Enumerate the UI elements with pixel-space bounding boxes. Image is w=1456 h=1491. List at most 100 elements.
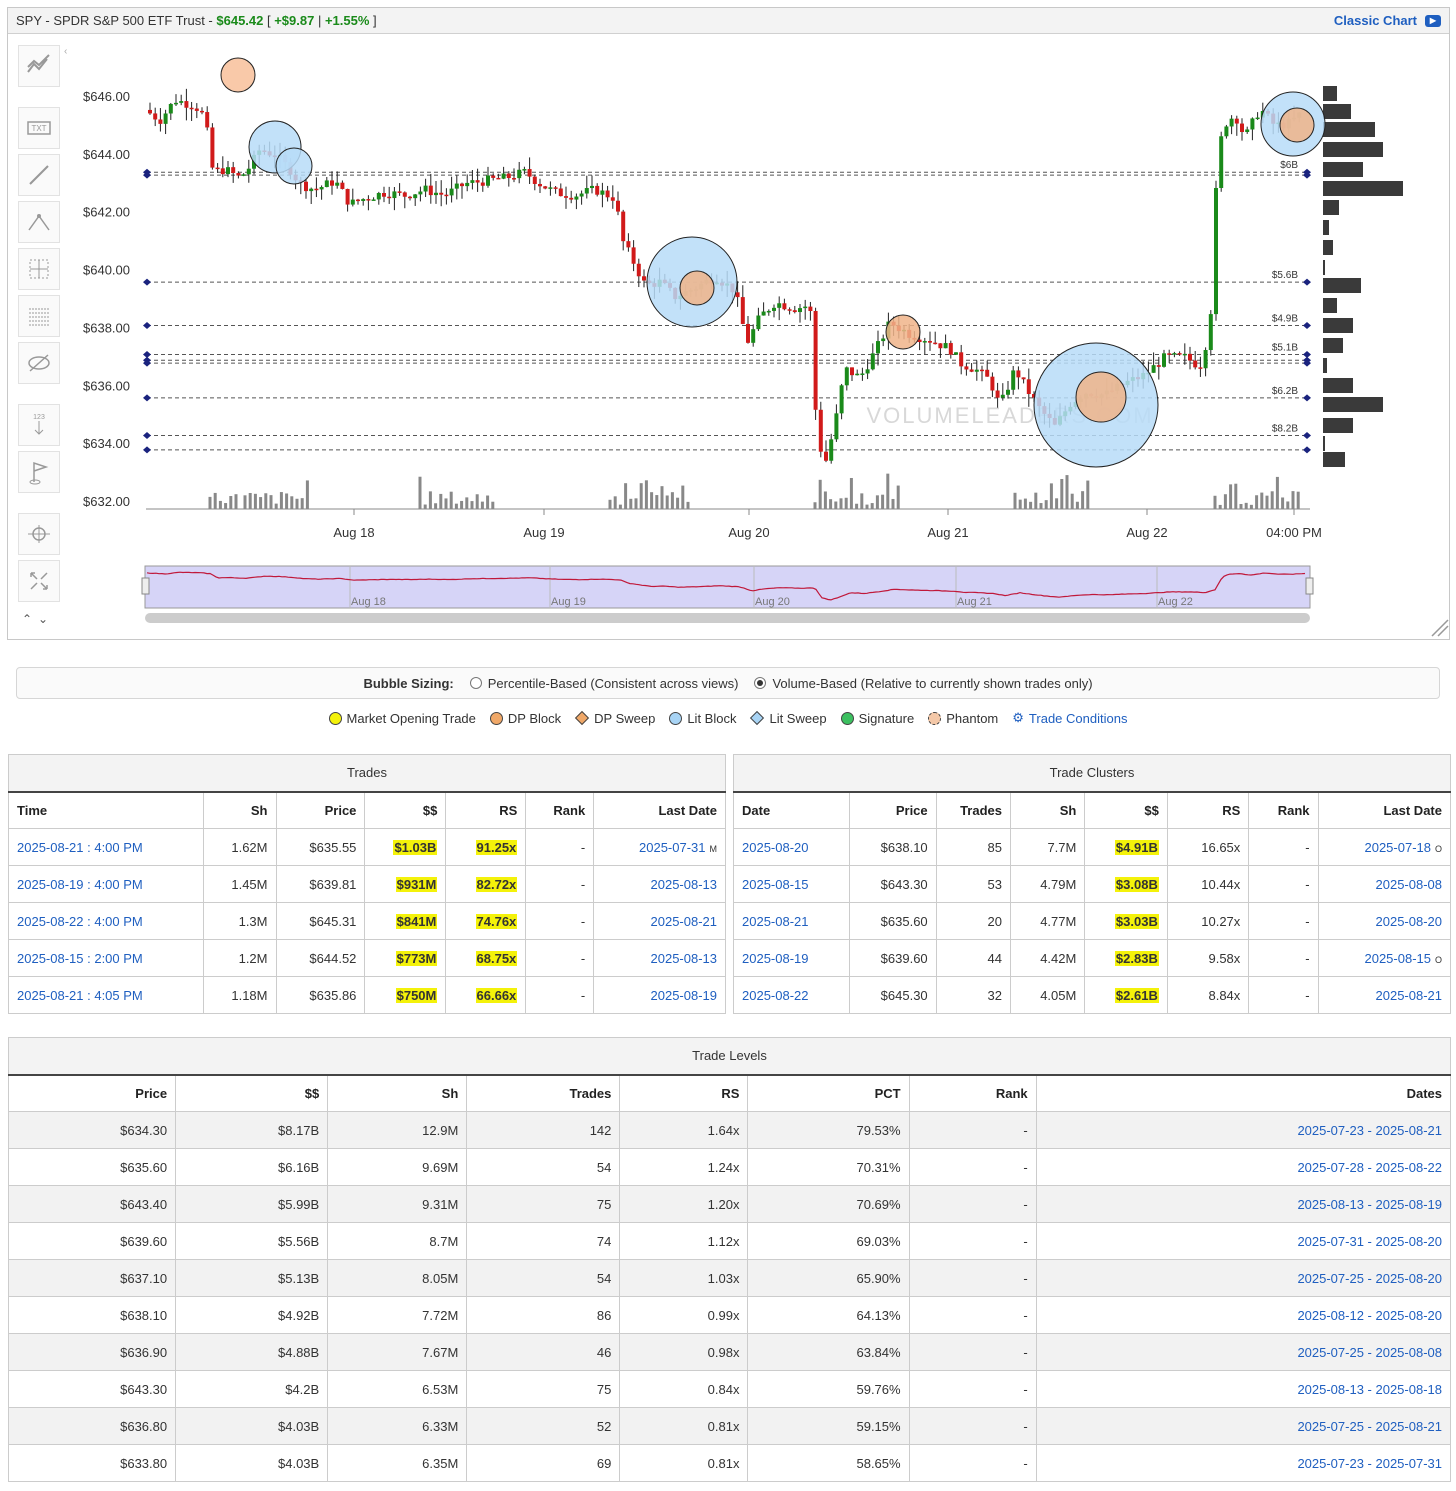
table-cell[interactable]: 2025-08-15 O — [1317, 939, 1452, 977]
price-chart[interactable]: $646.00 $644.00 $642.00 $640.00 $638.00 $636.… — [0, 0, 1456, 640]
radio-volume[interactable] — [754, 676, 767, 689]
candle-body — [813, 310, 818, 410]
legend-lit-block[interactable]: Lit Block — [669, 711, 736, 726]
percentile-option[interactable]: Percentile-Based (Consistent across view… — [469, 676, 738, 691]
column-header[interactable]: Rank — [525, 791, 595, 829]
column-header[interactable]: Sh — [202, 791, 277, 829]
line-icon[interactable] — [18, 154, 60, 196]
volume-option[interactable]: Volume-Based (Relative to currently show… — [754, 676, 1093, 691]
resize-grip-icon — [1431, 619, 1449, 637]
legend-market-opening[interactable]: Market Opening Trade — [328, 711, 476, 726]
volume-bar — [829, 499, 833, 509]
volume-profile-bar — [1323, 418, 1353, 433]
table-cell[interactable]: 2025-07-23 - 2025-08-21 — [1035, 1111, 1452, 1149]
column-header[interactable]: RS — [619, 1074, 749, 1112]
expand-icon[interactable] — [18, 560, 60, 602]
table-cell[interactable]: 2025-07-28 - 2025-08-22 — [1035, 1148, 1452, 1186]
target-icon[interactable] — [18, 513, 60, 555]
table-cell[interactable]: 2025-08-21 : 4:05 PM — [8, 976, 204, 1014]
column-header[interactable]: $$ — [364, 791, 447, 829]
radio-percentile[interactable] — [469, 676, 482, 689]
column-header[interactable]: Dates — [1035, 1074, 1452, 1112]
hide-icon[interactable] — [18, 342, 60, 384]
navigator-tick-label: Aug 20 — [755, 596, 790, 608]
column-header[interactable]: Trades — [466, 1074, 621, 1112]
measure-icon[interactable]: 123 — [18, 404, 60, 446]
table-cell[interactable]: 2025-07-31 - 2025-08-20 — [1035, 1222, 1452, 1260]
column-header[interactable]: RS — [1166, 791, 1250, 829]
table-cell[interactable]: 2025-08-13 - 2025-08-19 — [1035, 1185, 1452, 1223]
table-cell[interactable]: 2025-07-25 - 2025-08-08 — [1035, 1333, 1452, 1371]
grid-lines-icon[interactable] — [18, 295, 60, 337]
legend-phantom[interactable]: Phantom — [928, 711, 998, 726]
column-header[interactable]: $$ — [175, 1074, 329, 1112]
volume-profile-bar — [1323, 358, 1327, 373]
table-cell: $645.30 — [849, 976, 937, 1014]
column-header[interactable]: Last Date — [593, 791, 726, 829]
column-header[interactable]: Trades — [935, 791, 1012, 829]
column-header[interactable]: Sh — [1009, 791, 1086, 829]
table-cell[interactable]: 2025-08-21 — [593, 902, 726, 940]
candle-body — [621, 211, 626, 242]
column-header[interactable]: Price — [275, 791, 366, 829]
volume-profile-bar — [1323, 104, 1351, 119]
table-cell: - — [525, 939, 595, 977]
legend-lit-sweep[interactable]: Lit Sweep — [750, 711, 827, 726]
table-cell[interactable]: 2025-08-21 : 4:00 PM — [8, 828, 204, 866]
table-cell: 65.90% — [747, 1259, 910, 1297]
trade-bubble — [220, 57, 256, 93]
column-header[interactable]: Price — [849, 791, 937, 829]
volume-bar — [1229, 484, 1233, 509]
table-cell[interactable]: 2025-07-31 M — [593, 828, 726, 866]
column-header[interactable]: Price — [7, 1074, 177, 1112]
column-header[interactable]: Date — [732, 791, 851, 829]
column-header[interactable]: Last Date — [1317, 791, 1452, 829]
legend-dp-block[interactable]: DP Block — [489, 711, 561, 726]
candle-body — [787, 309, 792, 311]
candle-body — [179, 101, 184, 103]
column-header[interactable]: RS — [445, 791, 527, 829]
table-cell[interactable]: 2025-08-15 : 2:00 PM — [8, 939, 204, 977]
table-cell[interactable]: 2025-08-21 — [1317, 976, 1452, 1014]
trend-icon[interactable] — [18, 45, 60, 87]
table-cell[interactable]: 2025-08-19 — [732, 939, 851, 977]
table-cell[interactable]: 2025-08-19 : 4:00 PM — [8, 865, 204, 903]
volume-bar — [1075, 501, 1079, 509]
table-cell[interactable]: 2025-08-20 — [1317, 902, 1452, 940]
table-cell[interactable]: 2025-07-25 - 2025-08-20 — [1035, 1259, 1452, 1297]
table-cell: 59.15% — [747, 1407, 910, 1445]
toolbar-scroll-arrows[interactable]: ⌃⌄ — [22, 612, 54, 626]
table-cell[interactable]: 2025-08-22 : 4:00 PM — [8, 902, 204, 940]
column-header[interactable]: Rank — [908, 1074, 1037, 1112]
column-header[interactable]: $$ — [1084, 791, 1168, 829]
table-cell[interactable]: 2025-07-23 - 2025-07-31 — [1035, 1444, 1452, 1482]
volume-bar — [686, 501, 690, 509]
legend-signature[interactable]: Signature — [840, 711, 914, 726]
table-cell[interactable]: 2025-08-13 - 2025-08-18 — [1035, 1370, 1452, 1408]
column-header[interactable]: Rank — [1248, 791, 1319, 829]
text-icon[interactable]: TXT — [18, 107, 60, 149]
table-cell[interactable]: 2025-07-18 O — [1317, 828, 1452, 866]
column-header[interactable]: PCT — [747, 1074, 910, 1112]
flag-icon[interactable] — [18, 451, 60, 493]
candle-body — [168, 103, 173, 114]
candle-body — [631, 247, 636, 264]
legend-trade-conditions[interactable]: ⚙ Trade Conditions — [1012, 710, 1127, 726]
table-cell[interactable]: 2025-08-21 — [732, 902, 851, 940]
table-cell[interactable]: 2025-08-08 — [1317, 865, 1452, 903]
table-cell[interactable]: 2025-08-20 — [732, 828, 851, 866]
column-header[interactable]: Time — [8, 791, 204, 829]
table-cell[interactable]: 2025-08-12 - 2025-08-20 — [1035, 1296, 1452, 1334]
table-cell[interactable]: 2025-08-13 — [593, 939, 726, 977]
legend-dp-sweep[interactable]: DP Sweep — [575, 711, 655, 726]
column-header[interactable]: Sh — [327, 1074, 468, 1112]
volume-profile-bar — [1323, 200, 1339, 215]
table-cell[interactable]: 2025-08-15 — [732, 865, 851, 903]
table-cell[interactable]: 2025-08-19 — [593, 976, 726, 1014]
volume-bar — [243, 495, 247, 509]
table-cell[interactable]: 2025-08-13 — [593, 865, 726, 903]
crosshair-box-icon[interactable] — [18, 248, 60, 290]
fib-icon[interactable] — [18, 201, 60, 243]
table-cell[interactable]: 2025-07-25 - 2025-08-21 — [1035, 1407, 1452, 1445]
table-cell[interactable]: 2025-08-22 — [732, 976, 851, 1014]
